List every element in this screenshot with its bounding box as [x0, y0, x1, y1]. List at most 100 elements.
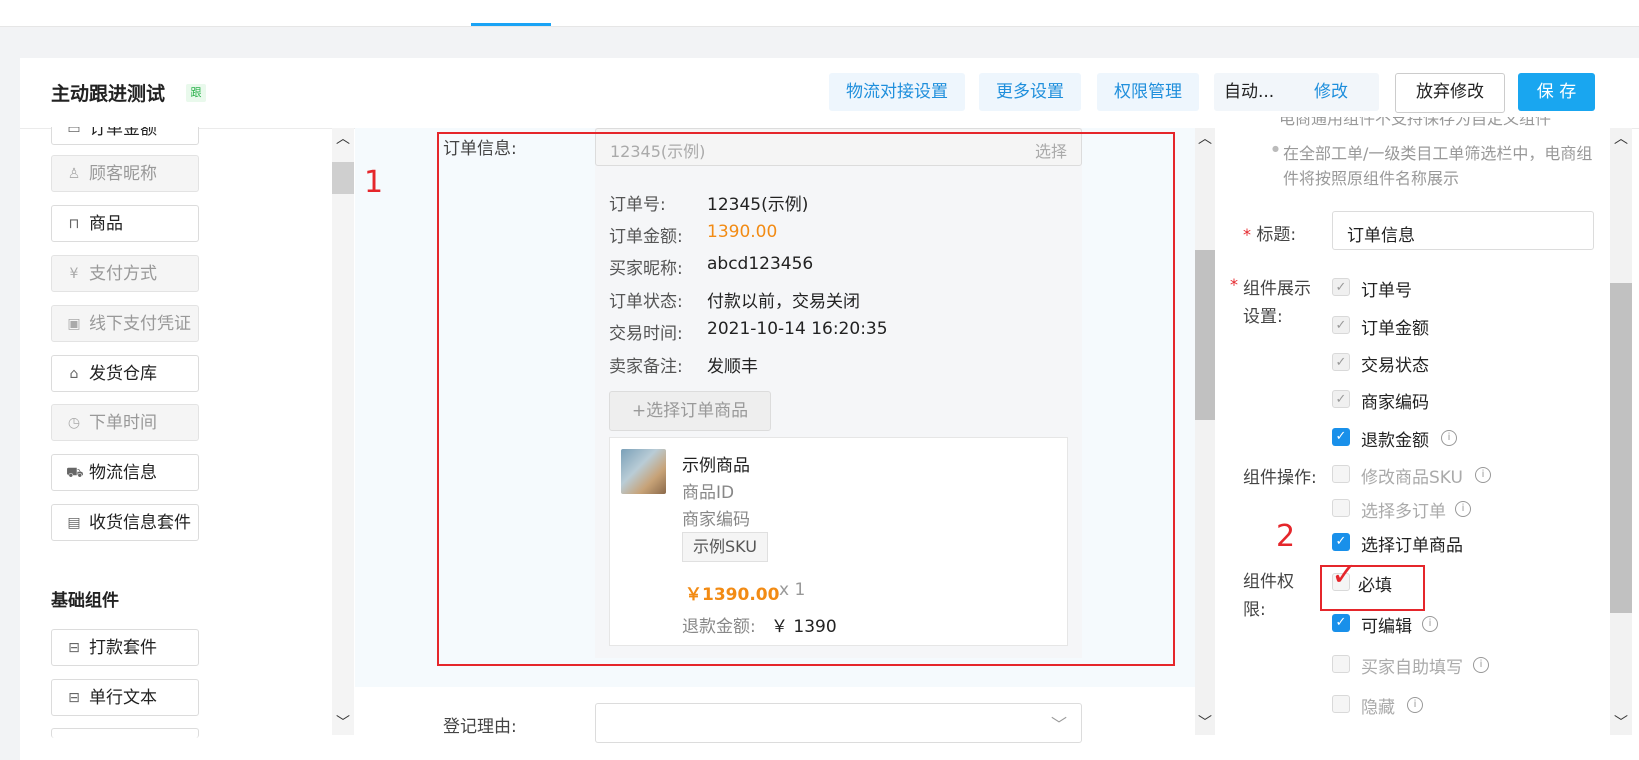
palette-label: 单行文本 [89, 688, 157, 708]
yen-icon: ¥ [69, 266, 79, 282]
info-icon[interactable]: i [1407, 697, 1423, 713]
reason-select[interactable]: ﹀ [595, 703, 1082, 743]
info-icon[interactable]: i [1441, 430, 1457, 446]
logistics-settings-button[interactable]: 物流对接设置 [829, 73, 965, 111]
checkbox-order-no[interactable]: ✓ [1332, 278, 1350, 296]
checkbox-label: 订单金额 [1361, 319, 1429, 339]
ops-label: 组件操作: [1243, 468, 1317, 488]
palette-scrollbar[interactable] [332, 128, 354, 735]
permission-label: 组件权限: [1243, 572, 1294, 620]
auto-edit-link[interactable]: 修改 [1314, 73, 1348, 111]
palette-label: 收货信息套件 [89, 513, 191, 533]
checkbox-label: 退款金额 [1361, 431, 1429, 451]
permission-button[interactable]: 权限管理 [1097, 73, 1199, 111]
info-icon[interactable]: i [1473, 657, 1489, 673]
palette-item-payment-method[interactable]: ¥ 支付方式 [51, 255, 199, 292]
hint-bullet: 在全部工单/一级类目工单筛选栏中，电商组件将按照原组件名称展示 [1283, 144, 1593, 188]
user-icon: ♙ [67, 166, 81, 182]
checkbox-label: 商家编码 [1361, 393, 1429, 413]
palette-item-logistics[interactable]: ⛟ 物流信息 [51, 454, 199, 491]
checkbox-label: 隐藏 [1361, 698, 1395, 718]
scroll-down-arrow-icon[interactable]: ﹀ [1614, 712, 1628, 732]
checkbox-label: 修改商品SKU [1361, 468, 1463, 488]
page-title: 主动跟进测试 [51, 83, 166, 105]
annotation-number-2: 2 [1276, 519, 1296, 554]
info-icon[interactable]: i [1455, 501, 1471, 517]
minus-box-icon: ⊟ [68, 640, 80, 656]
palette-item-order-time[interactable]: ◷ 下单时间 [51, 404, 199, 441]
image-icon: ▣ [67, 316, 81, 332]
checkbox-editable[interactable]: ✓ [1332, 614, 1350, 632]
auto-setting: 自动... 修改 [1214, 73, 1379, 111]
palette-item-goods[interactable]: ⊓ 商品 [51, 205, 199, 242]
hint-top: 电商通用组件不支持保存为自定义组件 [1279, 117, 1552, 128]
canvas-scroll-thumb[interactable] [1195, 250, 1215, 420]
checkbox-hidden[interactable] [1332, 695, 1350, 713]
checkbox-label: 交易状态 [1361, 356, 1429, 376]
palette-label: 支付方式 [89, 264, 157, 284]
checkbox-buyer-fill[interactable] [1332, 655, 1350, 673]
home-icon: ⌂ [69, 366, 79, 382]
panel-scroll-thumb[interactable] [1610, 283, 1632, 613]
discard-button[interactable]: 放弃修改 [1395, 73, 1505, 113]
checkbox-trade-status[interactable]: ✓ [1332, 353, 1350, 371]
title-label-text: 标题: [1256, 225, 1297, 245]
truck-icon: ⛟ [66, 465, 84, 481]
checkbox-label: 选择多订单 [1361, 502, 1446, 522]
checkbox-select-goods[interactable]: ✓ [1332, 533, 1350, 551]
reason-label: 登记理由: [443, 717, 517, 737]
palette-scroll-thumb[interactable] [332, 162, 354, 194]
palette-item-payment-kit[interactable]: ⊟ 打款套件 [51, 629, 199, 666]
checkbox-order-amount[interactable]: ✓ [1332, 316, 1350, 334]
active-tab-indicator [471, 23, 551, 26]
bag-icon: ⊓ [68, 216, 80, 232]
checkbox-merchant-code[interactable]: ✓ [1332, 390, 1350, 408]
info-icon[interactable]: i [1422, 616, 1438, 632]
palette-item-partial [51, 728, 199, 738]
save-button[interactable]: 保 存 [1518, 73, 1595, 111]
more-settings-button[interactable]: 更多设置 [979, 73, 1081, 111]
checkbox-label: 订单号 [1361, 281, 1412, 301]
bullet-dot: ● [1272, 144, 1279, 153]
checkbox-refund-amount[interactable]: ✓ [1332, 428, 1350, 446]
palette-label: 顾客昵称 [89, 164, 157, 184]
palette-label: 打款套件 [89, 638, 157, 658]
top-tab-strip [0, 0, 1639, 27]
follow-badge: 跟 [186, 84, 206, 102]
scroll-up-arrow-icon[interactable]: ︿ [1614, 128, 1628, 148]
title-input-value: 订单信息 [1347, 226, 1415, 246]
scroll-down-arrow-icon[interactable]: ﹀ [336, 712, 350, 732]
palette-item-offline-voucher[interactable]: ▣ 线下支付凭证 [51, 305, 199, 342]
title-label: * 标题: [1243, 225, 1297, 245]
scroll-up-arrow-icon[interactable]: ︿ [336, 128, 350, 148]
checkbox-label: 选择订单商品 [1361, 536, 1463, 556]
scroll-down-arrow-icon[interactable]: ﹀ [1198, 712, 1212, 732]
required-mark: * [1230, 275, 1238, 294]
minus-box-icon: ⊟ [68, 690, 80, 706]
palette-item-warehouse[interactable]: ⌂ 发货仓库 [51, 355, 199, 392]
palette-item-receiver-kit[interactable]: ▤ 收货信息套件 [51, 504, 199, 541]
scroll-up-arrow-icon[interactable]: ︿ [1198, 128, 1212, 148]
palette-clip [51, 110, 199, 127]
annotation-box-1 [437, 132, 1175, 666]
section-basic-components: 基础组件 [51, 591, 119, 611]
checkbox-label: 买家自助填写 [1361, 658, 1463, 678]
annotation-number-1: 1 [364, 165, 384, 200]
auto-label: 自动... [1224, 82, 1275, 102]
palette-label: 商品 [89, 214, 123, 234]
palette-label: 下单时间 [89, 413, 157, 433]
display-settings-label: 组件展示设置: [1243, 279, 1311, 327]
palette-label: 发货仓库 [89, 364, 157, 384]
chevron-down-icon: ﹀ [1050, 715, 1067, 734]
clock-icon: ◷ [67, 415, 81, 431]
canvas-scrollbar[interactable] [1195, 128, 1215, 735]
title-input[interactable]: 订单信息 [1332, 211, 1594, 250]
doc-icon: ▤ [67, 515, 81, 531]
info-icon[interactable]: i [1475, 467, 1491, 483]
palette-label: 线下支付凭证 [89, 314, 191, 334]
checkbox-edit-sku[interactable] [1332, 465, 1350, 483]
checkbox-multi-order[interactable] [1332, 499, 1350, 517]
palette-label: 物流信息 [89, 463, 157, 483]
palette-item-single-line[interactable]: ⊟ 单行文本 [51, 679, 199, 716]
palette-item-customer-nickname[interactable]: ♙ 顾客昵称 [51, 155, 199, 192]
